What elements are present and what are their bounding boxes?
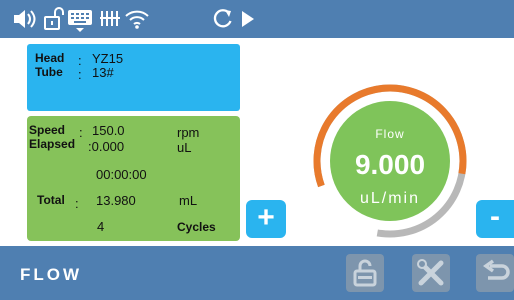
play-icon[interactable]: [240, 0, 258, 38]
elapsed-label: Elapsed: [29, 137, 76, 151]
total-label: Total: [37, 193, 65, 207]
tube-separator: :: [78, 67, 82, 82]
tools-icon: [412, 254, 450, 292]
tools-button[interactable]: [412, 254, 450, 292]
cycles-label: Cycles: [177, 220, 216, 234]
total-separator: :: [75, 196, 79, 211]
speed-separator: :: [79, 125, 83, 140]
increase-button[interactable]: +: [246, 200, 286, 238]
lock-button[interactable]: [346, 254, 384, 292]
bottom-bar: FLOW: [0, 246, 514, 300]
refresh-icon[interactable]: [212, 0, 234, 38]
speed-unit: rpm: [177, 125, 200, 140]
total-value: 13.980: [96, 193, 136, 208]
mode-label: FLOW: [20, 265, 83, 284]
speed-label: Speed: [29, 123, 66, 137]
run-panel[interactable]: Speed : 150.0 rpm Elapsed :0.000 uL 00:0…: [27, 116, 240, 241]
keyboard-icon[interactable]: [66, 0, 96, 38]
total-unit: mL: [179, 193, 198, 208]
elapsed-time: 00:00:00: [96, 167, 147, 182]
lock-icon: [346, 254, 384, 292]
decrease-button[interactable]: -: [476, 200, 514, 238]
status-bar: [0, 0, 514, 38]
flow-title: Flow: [375, 127, 405, 141]
usb-grid-icon: [99, 0, 121, 38]
back-icon: [476, 254, 514, 292]
head-separator: :: [78, 53, 82, 68]
wifi-icon: [124, 0, 150, 38]
head-panel[interactable]: Head : YZ15 Tube : 13#: [27, 44, 240, 111]
head-label: Head: [35, 51, 65, 65]
main-area: Head : YZ15 Tube : 13# Speed : 150.0 rpm…: [0, 38, 514, 246]
head-value: YZ15: [92, 51, 124, 66]
tube-value: 13#: [92, 65, 114, 80]
tube-label: Tube: [35, 65, 63, 79]
flow-unit: uL/min: [359, 190, 421, 207]
cycles-value: 4: [97, 219, 105, 234]
flow-value: 9.000: [354, 149, 426, 180]
speaker-icon[interactable]: [12, 0, 38, 38]
elapsed-value: :0.000: [88, 139, 125, 154]
unlock-icon[interactable]: [42, 0, 66, 38]
flow-gauge[interactable]: Flow 9.000 uL/min: [310, 76, 470, 246]
speed-value: 150.0: [92, 123, 125, 138]
elapsed-unit: uL: [177, 140, 192, 155]
back-button[interactable]: [476, 254, 514, 292]
